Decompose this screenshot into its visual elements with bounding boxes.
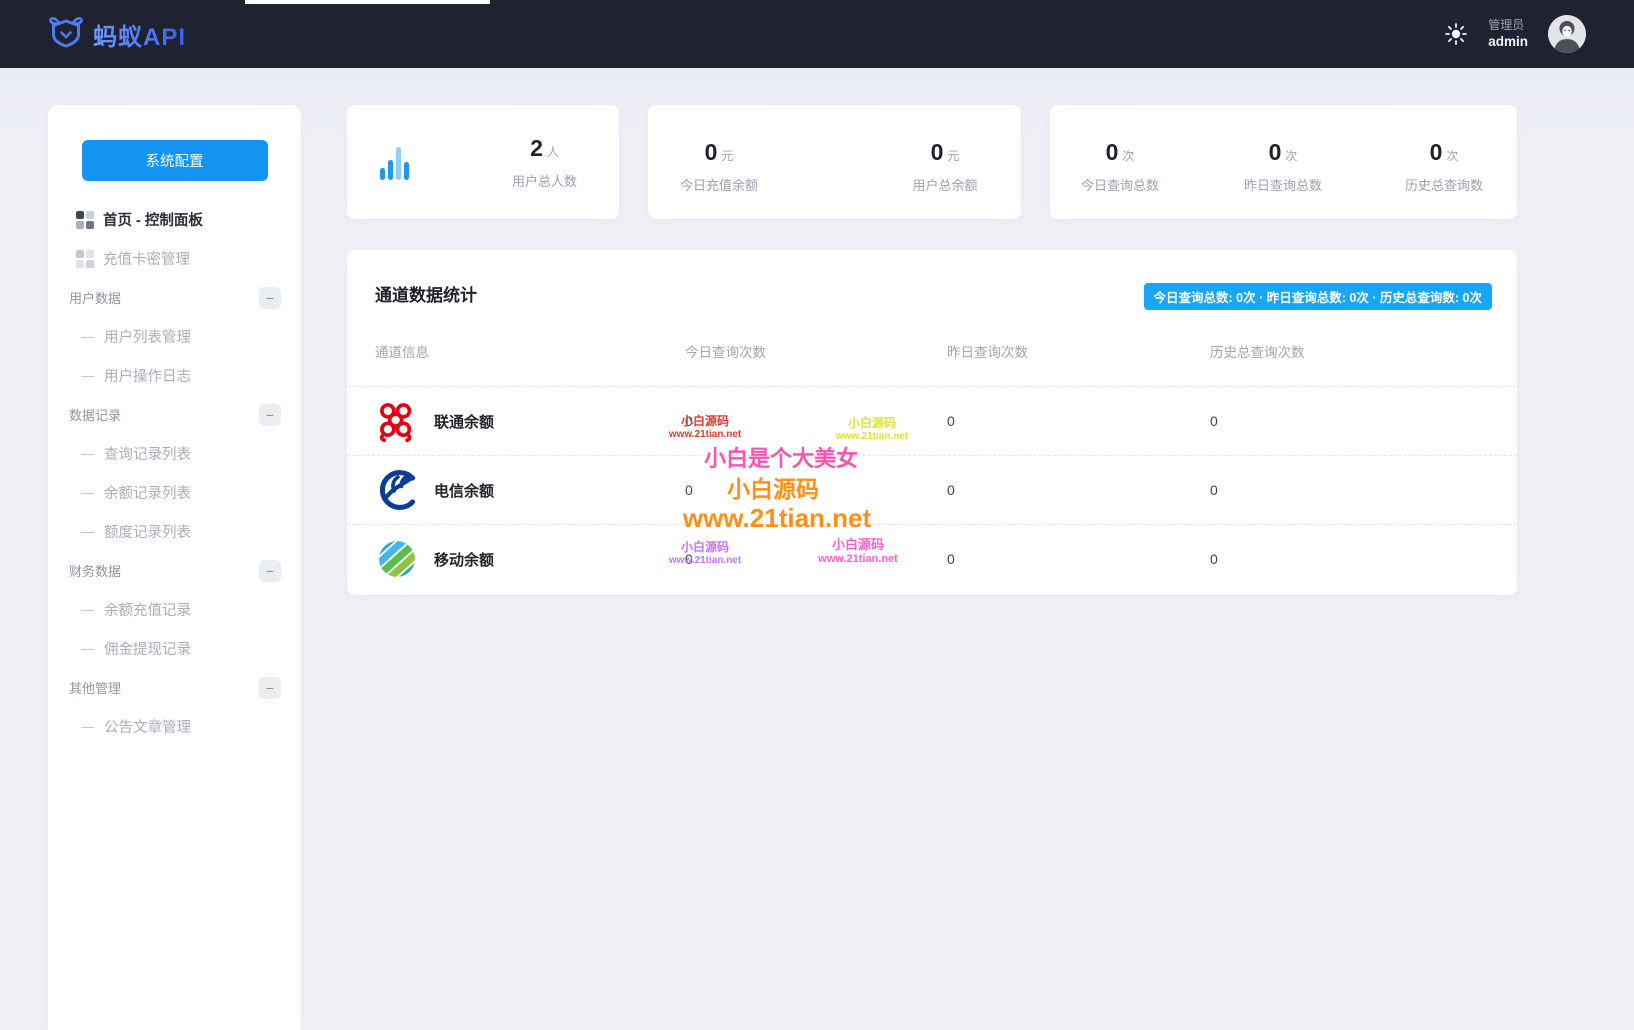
col-total: 历史总查询次数 (1210, 345, 1305, 360)
collapse-minus-icon[interactable]: − (259, 403, 281, 426)
brand-title: 蚂蚁API (93, 17, 186, 52)
sidebar-item-dashboard[interactable]: 首页 - 控制面板 (48, 200, 301, 239)
user-name: admin (1488, 33, 1528, 49)
stat-today-queries: 0次 今日查询总数 (1080, 139, 1159, 193)
query-summary-badge: 今日查询总数: 0次 · 昨日查询总数: 0次 · 历史总查询数: 0次 (1143, 283, 1492, 310)
sidebar-item-card-manage[interactable]: 充值卡密管理 (48, 239, 301, 278)
sidebar-item-recharge-records[interactable]: — 余额充值记录 (48, 590, 301, 629)
user-info[interactable]: 管理员 admin (1488, 17, 1528, 51)
dash-icon: — (81, 485, 94, 500)
dash-icon: — (81, 446, 94, 461)
stat-today-recharge: 0元 今日充值余额 (679, 139, 758, 193)
cell-total: 0 (1210, 413, 1218, 429)
col-yesterday: 昨日查询次数 (947, 345, 1028, 360)
table-body: 联通余额 0 0 0 电信余额 0 0 0 移动余额 0 0 0 (347, 386, 1517, 593)
channel-name: 移动余额 (434, 551, 495, 569)
sidebar: 系统配置 首页 - 控制面板 充值卡密管理 用户数据 − — 用户列表管理 — … (48, 105, 301, 1030)
top-navbar: 蚂蚁API 管理员 admin (0, 0, 1634, 68)
brand-logo[interactable]: 蚂蚁API (48, 15, 186, 54)
col-channel-info: 通道信息 (375, 345, 429, 360)
cell-yesterday: 0 (947, 413, 955, 429)
system-config-button[interactable]: 系统配置 (81, 140, 268, 181)
dash-icon: — (81, 719, 94, 734)
sidebar-item-user-log[interactable]: — 用户操作日志 (48, 356, 301, 395)
stat-total-balance: 0元 用户总余额 (912, 139, 978, 193)
sidebar-menu: 首页 - 控制面板 充值卡密管理 用户数据 − — 用户列表管理 — 用户操作日… (48, 200, 301, 746)
sidebar-item-query-records[interactable]: — 查询记录列表 (48, 434, 301, 473)
cell-today: 0 (685, 413, 693, 429)
sidebar-item-commission-records[interactable]: — 佣金提现记录 (48, 629, 301, 668)
col-today: 今日查询次数 (685, 345, 766, 360)
unicom-logo (375, 399, 419, 443)
telecom-logo (375, 468, 419, 512)
dash-icon: — (81, 368, 94, 383)
stat-yesterday-queries: 0次 昨日查询总数 (1243, 139, 1322, 193)
stat-history-queries: 0次 历史总查询数 (1404, 139, 1483, 193)
sidebar-section-user-data: 用户数据 − (48, 278, 301, 317)
mobile-logo (375, 537, 419, 581)
collapse-minus-icon[interactable]: − (259, 559, 281, 582)
channel-name: 电信余额 (434, 482, 495, 500)
theme-sun-icon[interactable] (1444, 22, 1468, 46)
dash-icon: — (81, 524, 94, 539)
navbar-right: 管理员 admin (1444, 15, 1586, 53)
cell-total: 0 (1210, 551, 1218, 567)
table-row: 移动余额 0 0 0 (347, 524, 1517, 593)
sidebar-section-other: 其他管理 − (48, 668, 301, 707)
cell-today: 0 (685, 482, 693, 498)
cell-total: 0 (1210, 482, 1218, 498)
sidebar-section-data-records: 数据记录 − (48, 395, 301, 434)
card-balances: 0元 今日充值余额 0元 用户总余额 (648, 105, 1021, 219)
grid-icon (76, 249, 94, 268)
sidebar-item-quota-records[interactable]: — 额度记录列表 (48, 512, 301, 551)
sidebar-item-user-list[interactable]: — 用户列表管理 (48, 317, 301, 356)
card-query-counts: 0次 今日查询总数 0次 昨日查询总数 0次 历史总查询数 (1050, 105, 1517, 219)
table-row: 联通余额 0 0 0 (347, 386, 1517, 455)
table-row: 电信余额 0 0 0 (347, 455, 1517, 524)
card-total-users: 2人 用户总人数 (347, 105, 619, 219)
top-white-strip (245, 0, 490, 4)
cell-today: 0 (685, 551, 693, 567)
table-header: 通道信息 今日查询次数 昨日查询次数 历史总查询次数 (347, 341, 1517, 361)
ant-shield-icon (48, 15, 84, 54)
panel-title: 通道数据统计 (375, 286, 477, 305)
channel-name: 联通余额 (434, 413, 495, 431)
dash-icon: — (81, 329, 94, 344)
collapse-minus-icon[interactable]: − (259, 286, 281, 309)
dash-icon: — (81, 641, 94, 656)
grid-icon (76, 210, 94, 229)
cell-yesterday: 0 (947, 551, 955, 567)
sidebar-item-announcement[interactable]: — 公告文章管理 (48, 707, 301, 746)
channel-stats-panel: 通道数据统计 今日查询总数: 0次 · 昨日查询总数: 0次 · 历史总查询数:… (347, 250, 1517, 595)
sidebar-item-balance-records[interactable]: — 余额记录列表 (48, 473, 301, 512)
bar-chart-icon (380, 144, 409, 180)
sidebar-section-finance: 财务数据 − (48, 551, 301, 590)
collapse-minus-icon[interactable]: − (259, 676, 281, 699)
user-avatar[interactable] (1548, 15, 1586, 53)
stat-users: 2人 用户总人数 (511, 134, 577, 189)
cell-yesterday: 0 (947, 482, 955, 498)
dash-icon: — (81, 602, 94, 617)
user-role: 管理员 (1488, 17, 1525, 32)
